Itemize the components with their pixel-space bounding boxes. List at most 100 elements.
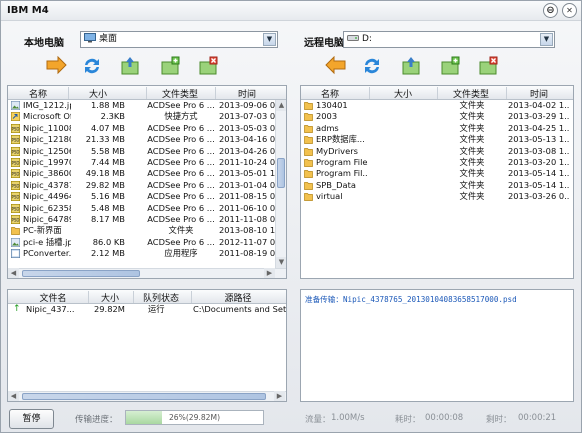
column-source-path[interactable]: 源路径 — [193, 291, 283, 304]
column-file-name[interactable]: 文件名 — [26, 291, 80, 304]
remote-location-select[interactable]: D: ▼ — [343, 31, 555, 48]
local-file-row[interactable]: PSD Nipic_44964... 5.16 MB ACDSee Pro 6 ...… — [8, 191, 275, 202]
remote-file-type: 文件夹 — [459, 145, 485, 156]
up-folder-icon[interactable] — [400, 56, 422, 76]
local-file-time: 2013-04-26 06. — [219, 145, 275, 156]
download-arrow-icon[interactable] — [325, 56, 347, 76]
scroll-thumb[interactable] — [277, 158, 285, 188]
column-time[interactable]: 时间 — [218, 87, 276, 100]
pause-button[interactable]: 暂停 — [9, 409, 54, 429]
remote-file-row[interactable]: adms 文件夹 2013-04-25 1... — [301, 123, 573, 134]
scroll-left-arrow[interactable]: ◀ — [8, 268, 19, 278]
remote-file-time: 2013-05-14 1... — [508, 179, 570, 190]
remote-file-time: 2013-03-08 1... — [508, 145, 570, 156]
refresh-icon[interactable] — [81, 56, 103, 76]
svg-text:PSD: PSD — [11, 126, 19, 131]
up-folder-icon[interactable] — [119, 56, 141, 76]
local-file-row[interactable]: Microsoft Of... 2.3KB 快捷方式 2013-07-03 02. — [8, 111, 275, 122]
local-file-row[interactable]: PConverter... 2.12 MB 应用程序 2011-08-19 02. — [8, 248, 275, 259]
local-file-time: 2013-07-03 02. — [219, 111, 275, 122]
local-file-list[interactable]: 名称 大小 文件类型 时间 IMG_1212.jpg 1.88 MB ACDSee … — [7, 85, 287, 279]
chevron-down-icon[interactable]: ▼ — [263, 33, 276, 46]
local-file-name: Nipic_62358... — [23, 202, 71, 213]
remote-file-type: 文件夹 — [459, 100, 485, 110]
app-window: IBM M4 ⊖ ✕ 本地电脑 桌面 ▼ 远程电脑 D: ▼ 名称 大小 文件类… — [0, 0, 582, 433]
local-file-name: IMG_1212.jpg — [23, 100, 71, 110]
delete-icon[interactable] — [197, 56, 219, 76]
new-folder-icon[interactable] — [159, 56, 181, 76]
column-size[interactable]: 大小 — [70, 87, 126, 100]
remote-file-row[interactable]: 2003 文件夹 2013-03-29 1... — [301, 111, 573, 122]
scroll-thumb[interactable] — [22, 393, 266, 400]
transfer-horizontal-scrollbar[interactable]: ◀ ▶ — [8, 391, 286, 401]
transfer-queue[interactable]: 文件名 大小 队列状态 源路径 ↑ Nipic_437... 29.82M 运行… — [7, 289, 287, 402]
local-file-row[interactable]: PC-新界面 文件夹 2013-08-10 10. — [8, 225, 275, 236]
local-file-time: 2011-06-10 00. — [219, 202, 275, 213]
local-file-row[interactable]: PSD Nipic_12506... 5.58 MB ACDSee Pro 6 ...… — [8, 145, 275, 157]
transfer-row[interactable]: ↑ Nipic_437... 29.82M 运行 C:\Documents an… — [8, 304, 286, 315]
local-file-row[interactable]: PSD Nipic_64789... 8.17 MB ACDSee Pro 6 ...… — [8, 214, 275, 225]
remote-file-row[interactable]: 130401 文件夹 2013-04-02 1... — [301, 100, 573, 111]
psd-icon: PSD — [11, 203, 21, 214]
local-file-row[interactable]: PSD Nipic_62358... 5.48 MB ACDSee Pro 6 ...… — [8, 202, 275, 214]
remote-file-row[interactable]: ERP数据库... 文件夹 2013-05-13 1... — [301, 134, 573, 145]
close-button[interactable]: ✕ — [562, 3, 577, 18]
local-file-time: 2013-01-04 00. — [219, 179, 275, 190]
upload-arrow-icon[interactable] — [45, 56, 67, 76]
column-size[interactable]: 大小 — [90, 291, 130, 304]
remote-file-list[interactable]: 名称 大小 文件类型 时间 130401 文件夹 2013-04-02 1... 20… — [300, 85, 574, 279]
local-file-row[interactable]: pci-e 插槽.jpg 86.0 KB ACDSee Pro 6 ... 2012-… — [8, 236, 275, 248]
remote-file-time: 2013-05-13 1... — [508, 134, 570, 145]
local-location-select[interactable]: 桌面 ▼ — [80, 31, 278, 48]
folder-icon — [304, 191, 314, 202]
local-file-time: 2011-08-19 02. — [219, 248, 275, 259]
transfer-column-header: 文件名 大小 队列状态 源路径 — [8, 290, 286, 304]
remaining-label: 剩时： — [486, 415, 512, 425]
minimize-button[interactable]: ⊖ — [543, 3, 558, 18]
local-file-row[interactable]: PSD Nipic_12180... 21.33 MB ACDSee Pro 6 ..… — [8, 134, 275, 145]
local-vertical-scrollbar[interactable]: ▲ ▼ — [275, 100, 286, 268]
svg-text:PSD: PSD — [11, 183, 19, 188]
local-file-size: 2.12 MB — [91, 248, 125, 259]
remote-file-row[interactable]: virtual 文件夹 2013-03-26 0... — [301, 191, 573, 202]
remote-file-time: 2013-04-02 1... — [508, 100, 570, 110]
remote-file-row[interactable]: Program Files 文件夹 2013-03-20 1... — [301, 157, 573, 168]
scroll-left-arrow[interactable]: ◀ — [8, 391, 19, 401]
local-file-row[interactable]: PSD Nipic_19970... 7.44 MB ACDSee Pro 6 ...… — [8, 157, 275, 168]
new-folder-icon[interactable] — [439, 56, 461, 76]
scroll-thumb[interactable] — [22, 270, 140, 277]
scroll-up-arrow[interactable]: ▲ — [276, 100, 286, 111]
local-file-time: 2013-09-06 03. — [219, 100, 275, 110]
remote-file-type: 文件夹 — [459, 168, 485, 179]
column-type[interactable]: 文件类型 — [439, 87, 503, 100]
remote-file-row[interactable]: Program Fil... 文件夹 2013-05-14 1... — [301, 168, 573, 179]
column-name[interactable]: 名称 — [10, 87, 66, 100]
chevron-down-icon[interactable]: ▼ — [540, 33, 553, 46]
local-file-row[interactable]: IMG_1212.jpg 1.88 MB ACDSee Pro 6 ... 2013-… — [8, 100, 275, 111]
refresh-icon[interactable] — [361, 56, 383, 76]
local-file-size: 8.17 MB — [91, 214, 125, 224]
remote-file-time: 2013-05-14 1... — [508, 168, 570, 179]
remote-file-row[interactable]: MyDrivers 文件夹 2013-03-08 1... — [301, 146, 573, 157]
window-title: IBM M4 — [7, 5, 49, 16]
local-file-size: 86.0 KB — [92, 236, 125, 247]
local-horizontal-scrollbar[interactable]: ◀ ▶ — [8, 268, 286, 278]
remote-file-row[interactable]: SPB_Data 文件夹 2013-05-14 1... — [301, 180, 573, 191]
remote-file-type: 文件夹 — [459, 157, 485, 167]
remote-file-time: 2013-03-20 1... — [508, 157, 570, 167]
local-file-row[interactable]: PSD Nipic_11008... 4.07 MB ACDSee Pro 6 ...… — [8, 123, 275, 134]
local-file-type: ACDSee Pro 6 ... — [147, 134, 215, 145]
scroll-right-arrow[interactable]: ▶ — [264, 268, 275, 278]
column-size[interactable]: 大小 — [371, 87, 435, 100]
local-file-name: Nipic_12506... — [23, 145, 71, 156]
column-time[interactable]: 时间 — [508, 87, 570, 100]
column-name[interactable]: 名称 — [303, 87, 357, 100]
column-type[interactable]: 文件类型 — [148, 87, 212, 100]
scroll-right-arrow[interactable]: ▶ — [274, 391, 285, 401]
scroll-down-arrow[interactable]: ▼ — [276, 257, 286, 268]
local-file-row[interactable]: PSD Nipic_43787... 29.82 MB ACDSee Pro 6 ..… — [8, 179, 275, 191]
delete-icon[interactable] — [477, 56, 499, 76]
remote-file-name: SPB_Data — [316, 179, 356, 190]
local-file-row[interactable]: PSD Nipic_38600... 49.18 MB ACDSee Pro 6 ..… — [8, 168, 275, 179]
column-queue-status[interactable]: 队列状态 — [135, 291, 187, 304]
